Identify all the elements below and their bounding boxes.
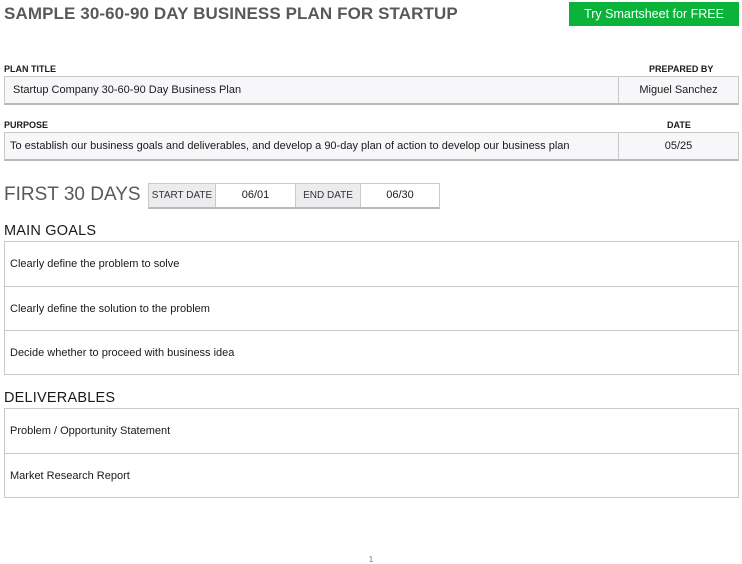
goal-row[interactable]: Clearly define the solution to the probl…	[5, 286, 738, 330]
start-date-field[interactable]: 06/01	[215, 184, 295, 207]
end-date-label: END DATE	[295, 184, 360, 207]
date-label: DATE	[667, 120, 691, 130]
start-date-label: START DATE	[149, 184, 215, 207]
main-goals-table: Clearly define the problem to solve Clea…	[4, 241, 739, 375]
main-goals-heading: MAIN GOALS	[4, 223, 97, 239]
deliverable-row[interactable]: Problem / Opportunity Statement	[5, 409, 738, 453]
period-heading: FIRST 30 DAYS	[4, 184, 141, 205]
goal-row[interactable]: Clearly define the problem to solve	[5, 242, 738, 286]
deliverables-heading: DELIVERABLES	[4, 390, 116, 406]
plan-title-row: Startup Company 30-60-90 Day Business Pl…	[4, 76, 739, 105]
prepared-by-field[interactable]: Miguel Sanchez	[618, 77, 738, 103]
prepared-by-label: PREPARED BY	[649, 64, 714, 74]
purpose-row: To establish our business goals and deli…	[4, 132, 739, 161]
period-dates: START DATE 06/01 END DATE 06/30	[148, 183, 440, 209]
goal-row[interactable]: Decide whether to proceed with business …	[5, 330, 738, 374]
end-date-field[interactable]: 06/30	[360, 184, 439, 207]
purpose-field[interactable]: To establish our business goals and deli…	[5, 133, 618, 159]
date-field[interactable]: 05/25	[618, 133, 738, 159]
try-smartsheet-button[interactable]: Try Smartsheet for FREE	[569, 2, 739, 26]
deliverables-table: Problem / Opportunity Statement Market R…	[4, 408, 739, 498]
page-title: SAMPLE 30-60-90 DAY BUSINESS PLAN FOR ST…	[4, 4, 458, 23]
deliverable-row[interactable]: Market Research Report	[5, 453, 738, 497]
purpose-label: PURPOSE	[4, 120, 49, 130]
plan-title-field[interactable]: Startup Company 30-60-90 Day Business Pl…	[5, 77, 618, 103]
plan-title-label: PLAN TITLE	[4, 64, 56, 74]
